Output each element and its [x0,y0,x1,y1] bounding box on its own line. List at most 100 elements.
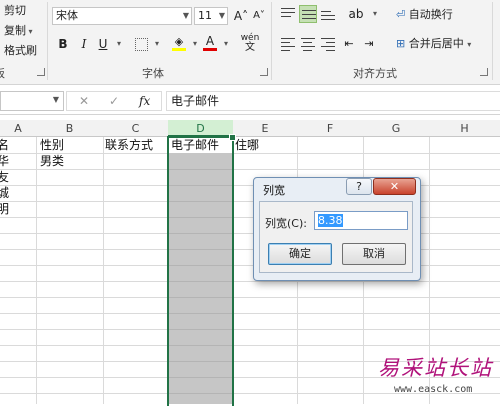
font-color-dropdown[interactable]: ▾ [217,35,235,53]
font-launcher-icon[interactable] [260,68,268,76]
formula-input[interactable]: 电子邮件 [166,91,500,111]
column-header-e[interactable]: E [233,120,297,137]
font-group-label: 字体 [142,67,164,80]
cell-b1[interactable]: 性别 [40,137,64,153]
font-color-swatch [203,48,217,51]
font-name-value: 宋体 [56,9,78,22]
column-header-c[interactable]: C [103,120,168,137]
column-header-d[interactable]: D [168,120,233,137]
decrease-indent-button[interactable]: ⇤ [340,35,358,53]
italic-button[interactable]: I [75,35,93,53]
align-left-icon [281,38,295,54]
chevron-down-icon: ▼ [182,11,189,20]
align-left-button[interactable] [279,35,297,53]
cut-button[interactable]: 剪切 [4,2,26,20]
wrap-text-icon: ⏎ [396,8,406,21]
column-header-b[interactable]: B [36,120,103,137]
format-painter-button[interactable]: 格式刷 [4,42,37,60]
name-box[interactable]: ▼ [0,91,64,111]
align-right-button[interactable] [319,35,337,53]
column-width-input[interactable]: 8.38 [314,211,408,230]
chevron-down-icon: ▼ [52,95,59,104]
copy-button[interactable]: 复制 ▾ [4,22,33,41]
cell-c1[interactable]: 联系方式 [105,137,153,153]
cell-a5[interactable]: 明 [0,201,9,217]
align-top-icon [281,8,295,20]
wrap-text-label: 自动换行 [408,8,453,21]
align-top-button[interactable] [279,5,297,23]
borders-dropdown[interactable]: ▾ [148,35,166,53]
borders-icon [134,38,148,51]
cell-b2[interactable]: 男类 [40,153,64,169]
close-icon: ✕ [389,180,400,193]
underline-icon: U [98,37,108,51]
align-middle-icon [302,10,316,22]
fill-color-swatch [172,48,186,51]
column-header-g[interactable]: G [363,120,429,137]
cell-a2[interactable]: 华 [0,153,9,169]
close-button[interactable]: ✕ [373,178,416,195]
font-size-select[interactable]: 11 ▼ [194,7,228,25]
decrease-indent-icon: ⇤ [344,37,354,50]
column-header-f[interactable]: F [297,120,363,137]
watermark-url: www.easck.com [394,384,473,395]
cancel-button[interactable]: 取消 [342,243,406,265]
chevron-down-icon: ▾ [116,39,121,48]
align-bottom-button[interactable] [319,5,337,23]
group-divider [47,2,48,80]
alignment-launcher-icon[interactable] [480,68,488,76]
cell-d1[interactable]: 电子邮件 [171,137,219,153]
increase-indent-button[interactable]: ⇥ [360,35,378,53]
ok-button[interactable]: 确定 [268,243,332,265]
merge-center-icon: ⊞ [396,37,406,50]
chevron-down-icon: ▾ [154,39,159,48]
shrink-font-icon: A˅ [253,10,265,21]
merge-center-button[interactable]: ⊞ 合并后居中 ▾ [396,35,471,54]
cell-a3[interactable]: 友 [0,169,9,185]
cancel-icon[interactable]: ✕ [79,94,89,108]
formula-controls: ✕ ✓ fx [66,91,162,111]
phonetic-button[interactable]: wén 文 [239,33,261,53]
wrap-text-button[interactable]: ⏎ 自动换行 [396,6,453,24]
bold-button[interactable]: B [54,35,72,53]
italic-icon: I [81,37,87,51]
clipboard-launcher-icon[interactable] [37,68,45,76]
ribbon: 剪切 复制 ▾ 格式刷 板 宋体▼ 11▼ A˄ A˅ B I U ▾ ▾ ◈ … [0,0,500,85]
watermark-text: 易采站长站 [378,356,493,380]
orientation-button[interactable]: ab [345,5,367,23]
chevron-down-icon: ▾ [467,40,472,49]
column-width-label: 列宽(C): [265,217,307,230]
help-button[interactable]: ? [346,178,372,195]
grow-font-icon: A˄ [233,9,249,23]
column-header-a[interactable]: A [0,120,36,137]
column-width-value: 8.38 [318,214,343,227]
group-divider [492,2,493,80]
increase-indent-icon: ⇥ [364,37,374,50]
cell-a1[interactable]: 名 [0,137,9,153]
underline-dropdown[interactable]: ▾ [110,35,128,53]
align-center-button[interactable] [299,35,317,53]
chevron-down-icon: ▼ [218,11,225,20]
font-name-select[interactable]: 宋体 ▼ [52,7,192,25]
shrink-font-button[interactable]: A˅ [250,7,268,25]
chevron-down-icon: ▾ [223,39,228,48]
column-selection-border [167,136,234,406]
orientation-dropdown[interactable]: ▾ [366,5,384,23]
align-center-icon [301,38,315,54]
font-size-value: 11 [198,9,212,22]
cell-a4[interactable]: 城 [0,185,9,201]
formula-bar: ▼ ✕ ✓ fx 电子邮件 [0,88,500,115]
grow-font-button[interactable]: A˄ [232,7,250,25]
align-bottom-icon [321,11,335,23]
dialog-title: 列宽 [263,184,285,197]
orientation-icon: ab [348,7,364,21]
column-header-h[interactable]: H [429,120,500,137]
cell-e1[interactable]: 住哪 [235,137,259,153]
dialog-body: 列宽(C): 8.38 确定 取消 [259,201,413,273]
cut-label: 剪切 [4,4,26,17]
help-icon: ? [356,180,362,193]
enter-icon[interactable]: ✓ [109,94,119,108]
insert-function-icon[interactable]: fx [139,94,150,108]
align-middle-button[interactable] [299,5,317,23]
align-right-icon [321,38,335,54]
